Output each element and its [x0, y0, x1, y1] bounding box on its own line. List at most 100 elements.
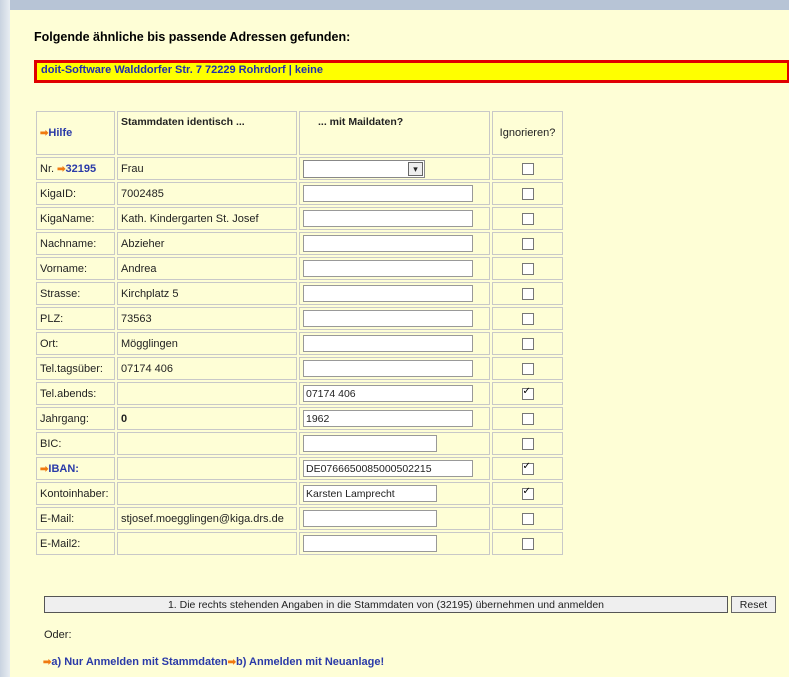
salutation-select[interactable]: ▾ [303, 159, 425, 178]
field-label-cell: KigaName: [36, 207, 115, 230]
mail-data-input[interactable] [303, 335, 473, 352]
field-label-cell: KigaID: [36, 182, 115, 205]
mail-data-input[interactable] [303, 210, 473, 227]
master-data-value [117, 482, 297, 505]
mail-data-input[interactable] [303, 410, 473, 427]
ignore-checkbox[interactable] [521, 262, 534, 275]
or-label: Oder: [44, 629, 72, 641]
arrow-right-icon: ➡ [57, 163, 66, 175]
ignore-checkbox[interactable] [521, 362, 534, 375]
field-label-cell: E-Mail: [36, 507, 115, 530]
reset-button[interactable]: Reset [731, 596, 776, 613]
mail-data-cell [299, 307, 490, 330]
ignore-checkbox[interactable] [521, 212, 534, 225]
table-row: Strasse: Kirchplatz 5 [36, 282, 563, 305]
mail-data-input[interactable] [303, 510, 437, 527]
field-label: Tel.abends: [40, 387, 97, 400]
mail-data-input[interactable] [303, 435, 437, 452]
mail-data-cell [299, 257, 490, 280]
ignore-cell [492, 257, 563, 280]
chevron-down-icon[interactable]: ▾ [408, 161, 423, 176]
ignore-cell [492, 382, 563, 405]
ignore-checkbox[interactable] [521, 337, 534, 350]
page-heading: Folgende ähnliche bis passende Adressen … [34, 30, 351, 44]
window-top-edge [0, 0, 789, 10]
column-header-ignore: Ignorieren? [492, 111, 563, 155]
ignore-checkbox[interactable] [521, 437, 534, 450]
ignore-checkbox[interactable] [521, 237, 534, 250]
login-options: ➡a) Nur Anmelden mit Stammdaten➡b) Anmel… [43, 656, 384, 668]
ignore-checkbox[interactable] [521, 386, 534, 400]
ignore-cell [492, 232, 563, 255]
field-label-cell: Strasse: [36, 282, 115, 305]
field-label-cell: Tel.abends: [36, 382, 115, 405]
ignore-checkbox[interactable] [521, 537, 534, 550]
mail-data-input[interactable] [303, 260, 473, 277]
mail-data-input[interactable] [303, 285, 473, 302]
field-label: Ort: [40, 337, 59, 350]
field-label-cell: Nr. ➡32195 [36, 157, 115, 180]
master-data-value [117, 382, 297, 405]
field-label-cell: BIC: [36, 432, 115, 455]
login-with-new-record-link[interactable]: b) Anmelden mit Neuanlage! [236, 656, 384, 668]
login-with-master-link[interactable]: a) Nur Anmelden mit Stammdaten [51, 656, 227, 668]
master-data-value [117, 432, 297, 455]
arrow-right-icon: ➡ [227, 657, 237, 668]
table-row: Ort: Mögglingen [36, 332, 563, 355]
mail-data-input[interactable] [303, 235, 473, 252]
record-number-link[interactable]: 32195 [66, 163, 97, 175]
mail-data-input[interactable] [303, 310, 473, 327]
master-data-value: 07174 406 [117, 357, 297, 380]
field-label: Kontoinhaber: [40, 487, 109, 500]
ignore-checkbox[interactable] [521, 512, 534, 525]
apply-and-login-button[interactable]: 1. Die rechts stehenden Angaben in die S… [44, 596, 728, 613]
ignore-checkbox[interactable] [521, 187, 534, 200]
ignore-checkbox[interactable] [521, 412, 534, 425]
ignore-cell [492, 157, 563, 180]
field-label: Nr. [40, 162, 55, 175]
mail-data-cell [299, 432, 490, 455]
table-row: KigaID: 7002485 [36, 182, 563, 205]
ignore-cell [492, 207, 563, 230]
mail-data-cell [299, 457, 490, 480]
ignore-cell [492, 532, 563, 555]
master-data-value: Frau [117, 157, 297, 180]
mail-data-input[interactable] [303, 185, 473, 202]
field-label: E-Mail2: [40, 537, 81, 550]
field-label-cell: Nachname: [36, 232, 115, 255]
ignore-cell [492, 507, 563, 530]
mail-data-cell: ▾ [299, 157, 490, 180]
field-label: KigaID: [40, 187, 77, 200]
master-data-value: Andrea [117, 257, 297, 280]
master-data-value [117, 457, 297, 480]
table-row: Tel.tagsüber: 07174 406 [36, 357, 563, 380]
mail-data-input[interactable] [303, 360, 473, 377]
table-row: KigaName: Kath. Kindergarten St. Josef [36, 207, 563, 230]
iban-link[interactable]: IBAN: [48, 463, 79, 475]
field-label-cell: E-Mail2: [36, 532, 115, 555]
field-label-cell: ➡IBAN: [36, 457, 115, 480]
table-row: E-Mail2: [36, 532, 563, 555]
mail-data-input[interactable] [303, 385, 473, 402]
master-data-value: Mögglingen [117, 332, 297, 355]
table-row: BIC: [36, 432, 563, 455]
help-link[interactable]: Hilfe [48, 127, 72, 139]
field-label-cell: PLZ: [36, 307, 115, 330]
mail-data-cell [299, 332, 490, 355]
mail-data-input[interactable] [303, 460, 473, 477]
table-row: PLZ: 73563 [36, 307, 563, 330]
ignore-checkbox[interactable] [521, 162, 534, 175]
ignore-checkbox[interactable] [521, 287, 534, 300]
mail-data-input[interactable] [303, 535, 437, 552]
table-row: Jahrgang: 0 [36, 407, 563, 430]
mail-data-input[interactable] [303, 485, 437, 502]
master-data-value: 7002485 [117, 182, 297, 205]
field-label-cell: Tel.tagsüber: [36, 357, 115, 380]
field-label-cell: Kontoinhaber: [36, 482, 115, 505]
mail-data-cell [299, 482, 490, 505]
ignore-checkbox[interactable] [521, 312, 534, 325]
ignore-checkbox[interactable] [521, 486, 534, 500]
table-row: Kontoinhaber: [36, 482, 563, 505]
ignore-checkbox[interactable] [521, 461, 534, 475]
field-label: E-Mail: [40, 512, 75, 525]
